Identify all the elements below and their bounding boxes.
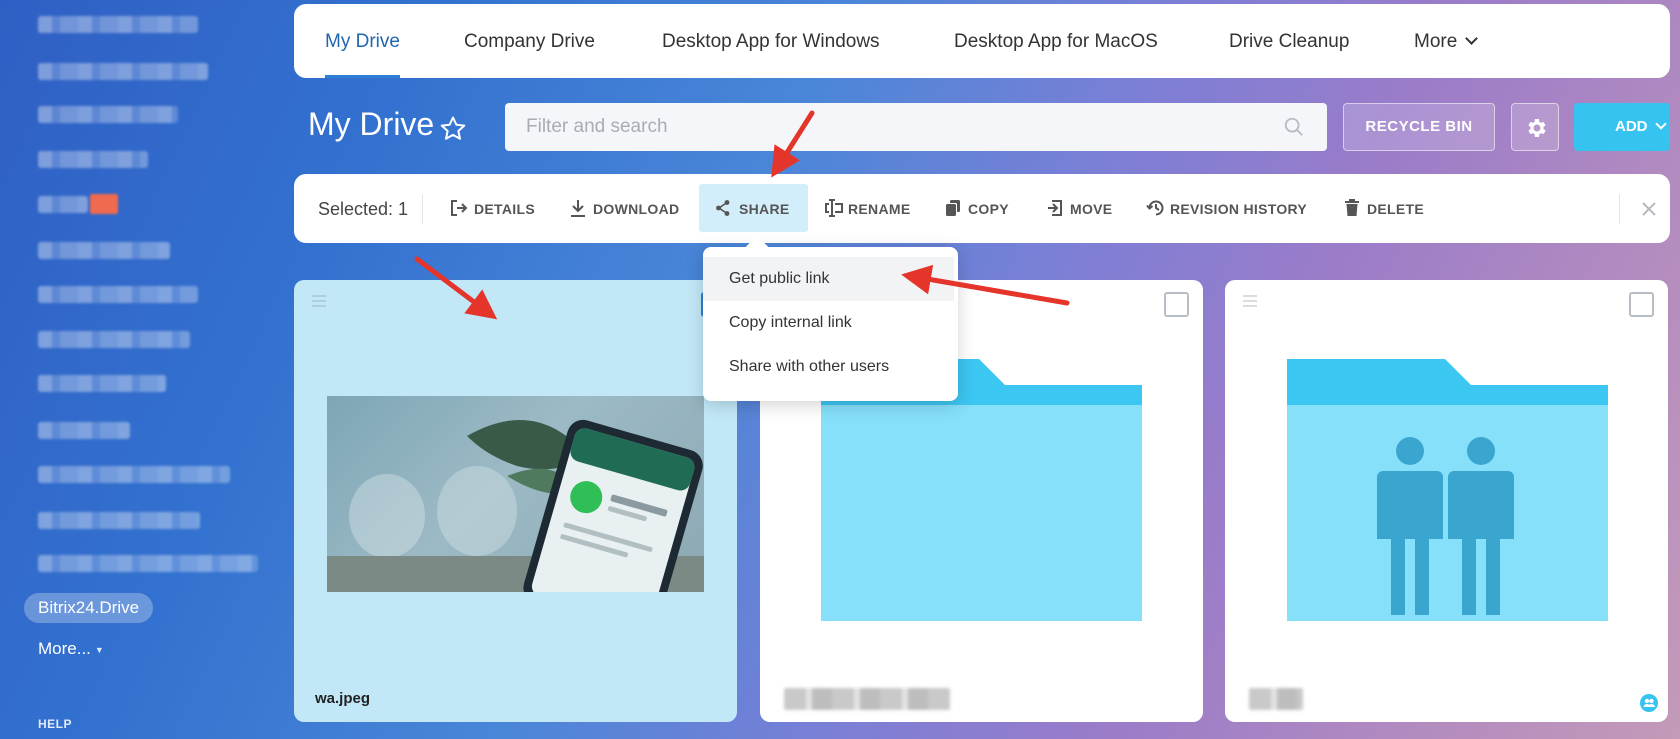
close-icon[interactable] — [1634, 194, 1664, 224]
star-icon[interactable] — [438, 114, 468, 144]
file-card[interactable]: wa.jpeg — [294, 280, 737, 722]
image-thumbnail — [327, 396, 704, 592]
sidebar-more-label: More... — [38, 639, 91, 658]
search-input[interactable] — [505, 103, 1265, 151]
tab-more[interactable]: More — [1414, 4, 1479, 78]
share-dropdown-menu: Get public link Copy internal link Share… — [703, 247, 958, 401]
blurred-folder-name — [1249, 688, 1303, 710]
sidebar-item-blurred[interactable] — [38, 555, 258, 572]
tab-more-label: More — [1414, 31, 1458, 52]
share-button[interactable]: SHARE — [699, 184, 808, 232]
download-icon — [571, 200, 585, 217]
sidebar-item-blurred[interactable] — [38, 331, 190, 348]
add-button[interactable]: ADD — [1574, 103, 1670, 151]
sidebar-item-blurred[interactable] — [38, 16, 198, 33]
sidebar-item-blurred[interactable] — [38, 151, 148, 168]
sidebar: Bitrix24.Drive More... ▼ HELP — [0, 0, 290, 739]
sidebar-item-blurred[interactable] — [38, 375, 166, 392]
sidebar-item-bitrix24-drive[interactable]: Bitrix24.Drive — [24, 593, 154, 623]
shared-folder-card[interactable] — [1225, 280, 1668, 722]
page-title: My Drive — [308, 106, 435, 142]
chevron-down-icon — [1654, 118, 1667, 130]
blurred-folder-name — [784, 688, 950, 710]
recycle-bin-button[interactable]: RECYCLE BIN — [1343, 103, 1495, 151]
tab-desktop-app-windows[interactable]: Desktop App for Windows — [662, 4, 880, 78]
divider — [1619, 194, 1620, 224]
sidebar-more[interactable]: More... ▼ — [38, 639, 104, 659]
top-tabs: My Drive Company Drive Desktop App for W… — [294, 4, 1670, 78]
move-button[interactable]: MOVE — [1046, 174, 1112, 243]
shared-users-icon — [1640, 694, 1658, 712]
rename-icon — [825, 199, 843, 217]
revision-history-label: REVISION HISTORY — [1170, 201, 1308, 217]
tab-drive-cleanup[interactable]: Drive Cleanup — [1229, 4, 1349, 78]
tab-desktop-app-macos[interactable]: Desktop App for MacOS — [954, 4, 1158, 78]
sidebar-item-blurred[interactable] — [38, 466, 230, 483]
file-checkbox[interactable] — [1164, 292, 1189, 317]
rename-button[interactable]: RENAME — [824, 174, 910, 243]
move-icon — [1048, 200, 1062, 216]
sidebar-item-blurred[interactable] — [38, 286, 198, 303]
tab-company-drive[interactable]: Company Drive — [464, 4, 595, 78]
tab-my-drive[interactable]: My Drive — [325, 4, 400, 78]
sidebar-item-blurred[interactable] — [38, 512, 200, 529]
download-button[interactable]: DOWNLOAD — [569, 174, 679, 243]
sidebar-help-heading: HELP — [38, 717, 73, 731]
delete-button[interactable]: DELETE — [1343, 174, 1424, 243]
sidebar-counter-badge — [90, 194, 118, 214]
chevron-down-icon — [1465, 32, 1479, 45]
phone-photo-illustration — [327, 419, 704, 592]
add-button-label: ADD — [1615, 118, 1648, 135]
hamburger-menu-icon[interactable] — [1242, 294, 1258, 308]
details-button[interactable]: DETAILS — [450, 174, 535, 243]
sidebar-item-blurred[interactable] — [38, 422, 130, 439]
search-field[interactable] — [505, 103, 1327, 151]
copy-icon — [946, 200, 960, 216]
sidebar-item-blurred[interactable] — [38, 196, 88, 213]
details-icon — [451, 200, 468, 216]
caret-down-icon: ▼ — [94, 644, 104, 655]
revision-history-button[interactable]: REVISION HISTORY — [1146, 174, 1307, 243]
selection-action-bar: Selected: 1 DETAILS DOWNLOAD SHARE RENAM… — [294, 174, 1670, 243]
history-icon — [1146, 200, 1164, 216]
file-checkbox[interactable] — [1629, 292, 1654, 317]
menu-item-share-with-users[interactable]: Share with other users — [703, 345, 958, 389]
gear-icon — [1528, 119, 1546, 137]
settings-button[interactable] — [1511, 103, 1559, 151]
copy-button[interactable]: COPY — [944, 174, 1009, 243]
hamburger-menu-icon[interactable] — [311, 294, 327, 308]
sidebar-item-blurred[interactable] — [38, 63, 208, 80]
trash-icon — [1345, 199, 1359, 216]
search-icon[interactable] — [1283, 116, 1305, 138]
divider — [422, 194, 423, 224]
sidebar-item-blurred[interactable] — [38, 106, 178, 123]
sidebar-item-blurred[interactable] — [38, 242, 170, 259]
shared-folder-icon — [1287, 359, 1608, 621]
file-name[interactable]: wa.jpeg — [315, 690, 370, 707]
menu-item-copy-internal-link[interactable]: Copy internal link — [703, 301, 958, 345]
share-icon — [716, 200, 730, 216]
selected-count: Selected: 1 — [318, 199, 409, 219]
menu-item-get-public-link[interactable]: Get public link — [703, 257, 954, 301]
